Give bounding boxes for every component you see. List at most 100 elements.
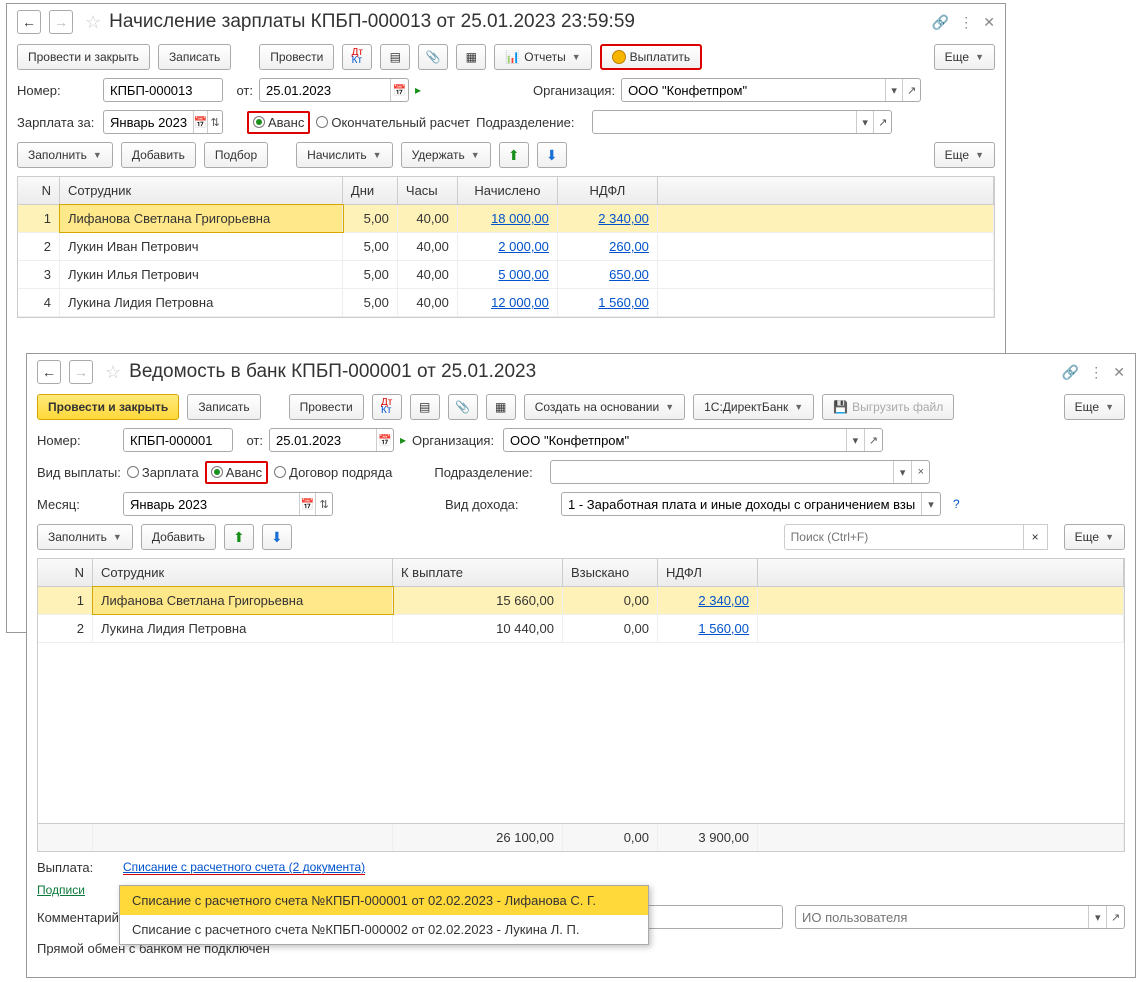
accrue-button[interactable]: Начислить ▼ [296,142,392,168]
search-input[interactable] [784,524,1024,550]
fill-button[interactable]: Заполнить ▼ [17,142,113,168]
move-down-button[interactable]: ⬇ [262,524,292,550]
calendar-icon[interactable]: 📅 [376,429,393,451]
clear-search-button[interactable]: × [1024,524,1048,550]
org-input[interactable]: ▾↗ [621,78,921,102]
col-emp[interactable]: Сотрудник [60,177,343,204]
dept-input[interactable]: ▾↗ [592,110,892,134]
back-button[interactable]: ← [17,10,41,34]
add-button[interactable]: Добавить [141,524,216,550]
col-pay[interactable]: К выплате [393,559,563,586]
dtct-icon[interactable]: ДтКт [342,44,372,70]
more-button[interactable]: Еще ▼ [1064,394,1125,420]
calendar-icon[interactable]: 📅 [299,493,316,515]
table-row[interactable]: 2 Лукин Иван Петрович 5,00 40,00 2 000,0… [18,233,994,261]
final-radio[interactable]: Окончательный расчет [316,115,470,130]
date-input[interactable]: 📅 [269,428,394,452]
signatures-link[interactable]: Подписи [37,883,85,897]
doc-icon[interactable]: ▤ [380,44,410,70]
open-icon[interactable]: ↗ [1106,906,1124,928]
calendar-icon[interactable]: 📅 [390,79,408,101]
dropdown-icon[interactable]: ▾ [846,429,864,451]
pay-button[interactable]: Выплатить [600,44,703,70]
post-button[interactable]: Провести [259,44,334,70]
open-icon[interactable]: ↗ [902,79,920,101]
more-button[interactable]: Еще ▼ [934,44,995,70]
save-button[interactable]: Записать [158,44,231,70]
add-button[interactable]: Добавить [121,142,196,168]
move-up-button[interactable]: ⬆ [499,142,529,168]
directbank-button[interactable]: 1С:ДиректБанк ▼ [693,394,814,420]
dropdown-item[interactable]: Списание с расчетного счета №КПБП-000001… [120,886,648,915]
withhold-button[interactable]: Удержать ▼ [401,142,491,168]
post-close-button[interactable]: Провести и закрыть [37,394,179,420]
more-button[interactable]: Еще ▼ [934,142,995,168]
stepper-icon[interactable]: ⇅ [207,111,222,133]
col-days[interactable]: Дни [343,177,398,204]
table-row[interactable]: 4 Лукина Лидия Петровна 5,00 40,00 12 00… [18,289,994,317]
col-emp[interactable]: Сотрудник [93,559,393,586]
table-row[interactable]: 1 Лифанова Светлана Григорьевна 5,00 40,… [18,205,994,233]
move-up-button[interactable]: ⬆ [224,524,254,550]
advance-radio[interactable]: Аванс [247,111,310,134]
dropdown-icon[interactable]: ▾ [893,461,911,483]
structure-icon[interactable]: ▦ [456,44,486,70]
structure-icon[interactable]: ▦ [486,394,516,420]
number-input[interactable] [123,428,233,452]
col-ndfl[interactable]: НДФЛ [658,559,758,586]
col-ndfl[interactable]: НДФЛ [558,177,658,204]
close-icon[interactable]: ✕ [1113,364,1125,381]
reports-button[interactable]: 📊 Отчеты ▼ [494,44,591,70]
attach-icon[interactable]: 📎 [448,394,478,420]
user-input[interactable]: ▾↗ [795,905,1125,929]
star-icon[interactable]: ☆ [105,362,121,383]
save-button[interactable]: Записать [187,394,260,420]
clear-icon[interactable]: × [911,461,929,483]
advance-radio[interactable]: Аванс [205,461,268,484]
income-input[interactable]: ▾ [561,492,941,516]
date-input[interactable]: 📅 [259,78,409,102]
payout-link[interactable]: Списание с расчетного счета (2 документа… [123,860,365,875]
dropdown-item[interactable]: Списание с расчетного счета №КПБП-000002… [120,915,648,944]
month-input[interactable]: 📅⇅ [123,492,333,516]
table-row[interactable]: 1 Лифанова Светлана Григорьевна 15 660,0… [38,587,1124,615]
select-button[interactable]: Подбор [204,142,268,168]
col-collected[interactable]: Взыскано [563,559,658,586]
open-icon[interactable]: ↗ [864,429,882,451]
salary-radio[interactable]: Зарплата [127,465,199,480]
col-accrued[interactable]: Начислено [458,177,558,204]
month-input[interactable]: 📅⇅ [103,110,223,134]
open-icon[interactable]: ↗ [873,111,891,133]
forward-button[interactable]: → [69,360,93,384]
dropdown-icon[interactable]: ▾ [1088,906,1106,928]
number-input[interactable] [103,78,223,102]
post-close-button[interactable]: Провести и закрыть [17,44,150,70]
create-base-button[interactable]: Создать на основании ▼ [524,394,685,420]
stepper-icon[interactable]: ⇅ [315,493,332,515]
doc-icon[interactable]: ▤ [410,394,440,420]
contract-radio[interactable]: Договор подряда [274,465,392,480]
dropdown-icon[interactable]: ▾ [921,493,940,515]
move-down-button[interactable]: ⬇ [537,142,567,168]
attach-icon[interactable]: 📎 [418,44,448,70]
upload-button[interactable]: 💾 Выгрузить файл [822,394,954,420]
col-hours[interactable]: Часы [398,177,458,204]
post-button[interactable]: Провести [289,394,364,420]
dropdown-icon[interactable]: ▾ [885,79,903,101]
close-icon[interactable]: ✕ [983,14,995,31]
link-icon[interactable]: 🔗 [1062,364,1079,381]
dept-input[interactable]: ▾× [550,460,930,484]
calendar-icon[interactable]: 📅 [193,111,208,133]
col-n[interactable]: N [18,177,60,204]
more-button[interactable]: Еще ▼ [1064,524,1125,550]
kebab-icon[interactable]: ⋮ [959,14,973,31]
table-row[interactable]: 3 Лукин Илья Петрович 5,00 40,00 5 000,0… [18,261,994,289]
org-input[interactable]: ▾↗ [503,428,883,452]
star-icon[interactable]: ☆ [85,12,101,33]
fill-button[interactable]: Заполнить ▼ [37,524,133,550]
dropdown-icon[interactable]: ▾ [856,111,874,133]
kebab-icon[interactable]: ⋮ [1089,364,1103,381]
dtct-icon[interactable]: ДтКт [372,394,402,420]
forward-button[interactable]: → [49,10,73,34]
help-icon[interactable]: ? [953,497,960,511]
